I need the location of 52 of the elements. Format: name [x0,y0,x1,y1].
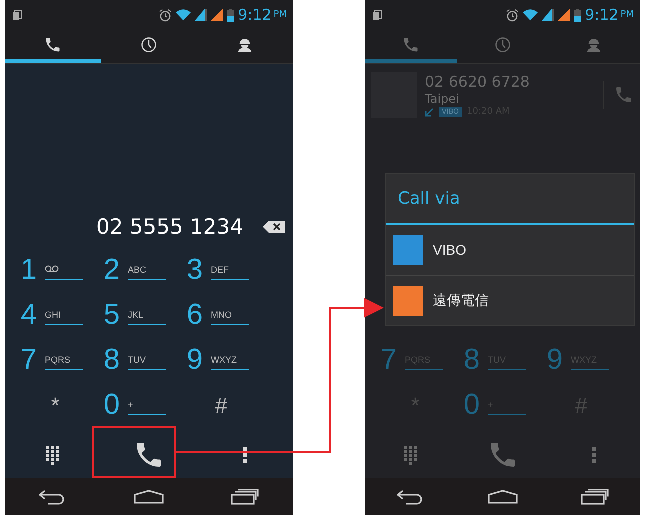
signal-icon [542,9,554,21]
dial-key[interactable]: 7 PQRS [19,338,102,383]
screenshot-icon [373,10,383,20]
recent-apps-button[interactable] [231,488,260,504]
clock-time: 9:12 [585,6,619,24]
incoming-arrow-icon [425,108,434,116]
sim-option[interactable]: VIBO [386,225,634,275]
signal-icon [195,9,208,21]
call-number: 02 6620 6728 [425,73,531,91]
alarm-icon [159,8,172,22]
dial-key[interactable]: 6 MNO [185,293,268,338]
dial-key[interactable]: # [185,383,268,428]
dial-key[interactable]: * [19,383,102,428]
overflow-menu-icon [243,447,247,463]
backspace-icon[interactable] [263,221,285,233]
dial-key[interactable]: 2 ABC [102,248,185,293]
time-meridiem: PM [620,10,634,20]
clock-icon [494,36,512,54]
wifi-icon [523,9,538,21]
back-button[interactable] [396,488,424,504]
home-button[interactable] [134,490,164,504]
phone-icon [44,36,62,54]
recent-apps-button[interactable] [580,488,608,504]
overflow-menu-icon [592,447,596,463]
dial-key[interactable]: 8 TUV [102,338,185,383]
dial-key[interactable]: 9 WXYZ [185,338,268,383]
clock-icon [140,36,158,54]
dialed-number: 02 5555 1234 [96,215,244,239]
phone-icon [402,36,420,54]
sim-option[interactable]: 遠傳電信 [386,275,634,325]
dial-key[interactable]: 1 [19,248,102,293]
battery-icon [574,8,582,22]
home-button[interactable] [488,490,518,504]
dial-key[interactable]: 4 GHI [19,293,102,338]
signal-icon [558,9,570,21]
screenshot-icon [13,10,23,20]
wifi-icon [176,9,192,21]
dialog-title: Call via [386,174,634,225]
call-location: Taipei [425,92,460,106]
dial-key[interactable]: 5 JKL [102,293,185,338]
back-button[interactable] [38,488,67,504]
signal-icon [211,9,224,21]
dialpad-icon [404,446,418,464]
dialpad-icon [46,446,60,464]
voicemail-icon [45,265,59,273]
time-meridiem: PM [274,10,287,20]
phone-icon [614,85,634,105]
dial-key[interactable]: 0 + [102,383,185,428]
battery-icon [227,8,234,22]
alarm-icon [506,8,520,22]
clock-time: 9:12 [238,6,272,24]
dial-key[interactable]: 3 DEF [185,248,268,293]
